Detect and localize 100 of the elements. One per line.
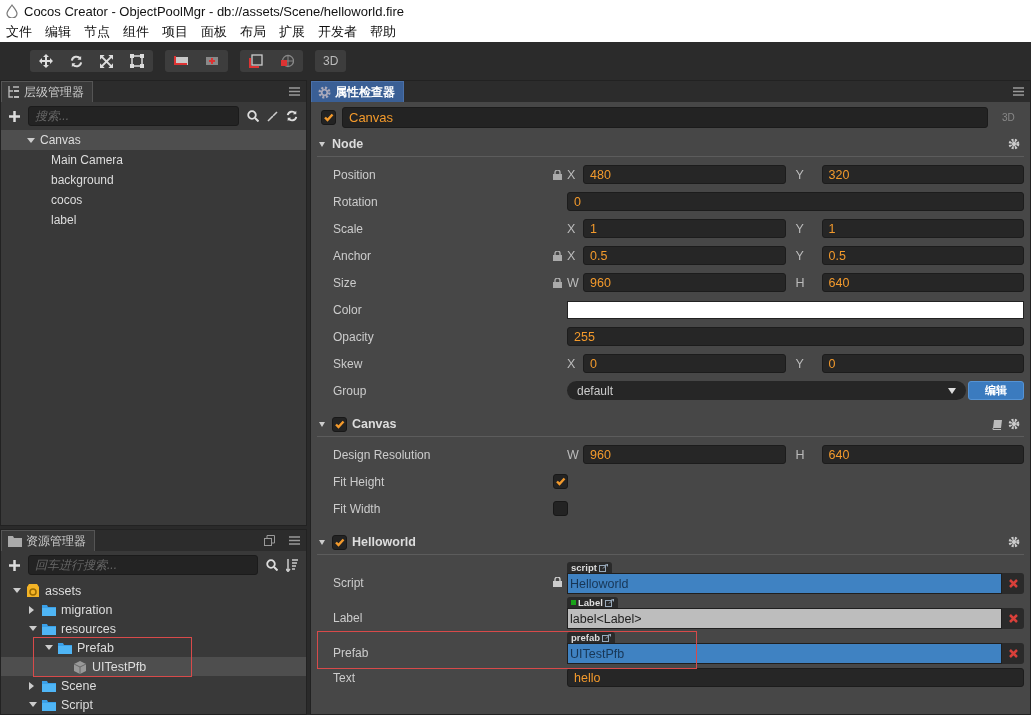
menu-item[interactable]: 布局 [240, 23, 266, 41]
expand-arrow-icon[interactable] [29, 605, 34, 614]
asset-field[interactable]: label<Label> [567, 608, 1002, 629]
number-field[interactable]: 960 [583, 445, 786, 464]
expand-arrow-icon[interactable] [319, 539, 325, 545]
sort-icon[interactable] [286, 558, 298, 572]
assets-tab[interactable]: 资源管理器 [1, 530, 95, 551]
tree-item[interactable]: background [1, 170, 306, 190]
number-field[interactable]: 640 [821, 445, 1024, 464]
tree-item[interactable]: resources [1, 619, 306, 638]
number-field[interactable]: 640 [821, 273, 1024, 292]
number-field[interactable]: 0 [583, 354, 786, 373]
checkbox[interactable] [332, 416, 347, 432]
tree-item[interactable]: migration [1, 600, 306, 619]
asset-type-tag[interactable]: Label [567, 597, 618, 608]
menu-item[interactable]: 编辑 [45, 23, 71, 41]
number-field[interactable]: 0 [821, 354, 1024, 373]
checkbox[interactable] [553, 501, 568, 516]
collapse-icon[interactable] [267, 110, 278, 122]
number-field[interactable]: 255 [567, 327, 1024, 346]
remove-button[interactable] [1002, 573, 1024, 594]
search-field[interactable]: 搜索... [28, 106, 239, 126]
tree-item[interactable]: label [1, 210, 306, 230]
tree-item[interactable]: Canvas [1, 130, 306, 150]
refresh-icon[interactable] [286, 110, 298, 122]
menu-icon[interactable] [289, 536, 300, 545]
expand-arrow-icon[interactable] [27, 137, 35, 143]
component-title: Canvas [352, 417, 397, 431]
inspector-tab[interactable]: 属性检查器 [311, 81, 404, 102]
lock-icon[interactable] [553, 250, 562, 261]
globe-icon[interactable] [280, 54, 294, 68]
add-icon[interactable] [9, 559, 20, 571]
color-swatch[interactable] [567, 300, 1024, 319]
settings-icon[interactable] [1008, 536, 1020, 548]
number-field[interactable]: 960 [583, 273, 786, 292]
menu-item[interactable]: 项目 [162, 23, 188, 41]
menu-item[interactable]: 组件 [123, 23, 149, 41]
remove-button[interactable] [1002, 643, 1024, 664]
edit-button[interactable]: 编辑 [968, 381, 1024, 400]
number-field[interactable]: 320 [821, 165, 1024, 184]
number-field[interactable]: 0.5 [583, 246, 786, 265]
menu-item[interactable]: 扩展 [279, 23, 305, 41]
popout-icon[interactable] [264, 535, 275, 546]
search-icon[interactable] [247, 110, 259, 122]
add-icon[interactable] [9, 110, 20, 122]
checkbox[interactable] [332, 534, 347, 550]
tree-item[interactable]: Script [1, 695, 306, 714]
checkbox[interactable] [321, 109, 336, 125]
number-field[interactable]: 1 [583, 219, 786, 238]
asset-type-tag[interactable]: prefab [567, 632, 616, 643]
settings-icon[interactable] [1008, 138, 1020, 150]
checkbox[interactable] [553, 474, 568, 489]
lock-icon[interactable] [553, 277, 562, 288]
move-icon[interactable] [39, 54, 53, 68]
expand-arrow-icon[interactable] [29, 702, 37, 707]
axis-label: H [794, 447, 806, 462]
search-icon[interactable] [266, 559, 278, 571]
remove-button[interactable] [1002, 608, 1024, 629]
number-field[interactable]: hello [567, 668, 1024, 687]
book-icon[interactable] [992, 418, 1003, 430]
3d-mode-button[interactable]: 3D [315, 50, 347, 72]
tree-item[interactable]: Main Camera [1, 150, 306, 170]
rotate-icon[interactable] [70, 54, 83, 68]
tree-item[interactable]: UITestPfb [1, 657, 306, 676]
lock-icon[interactable] [553, 169, 562, 180]
menu-item[interactable]: 面板 [201, 23, 227, 41]
pivot-local-icon[interactable] [174, 56, 188, 66]
lock-icon[interactable] [553, 576, 562, 587]
number-field[interactable]: 1 [821, 219, 1024, 238]
scale-icon[interactable] [100, 54, 113, 68]
tree-item[interactable]: Prefab [1, 638, 306, 657]
node-name-field[interactable]: Canvas [342, 106, 988, 128]
menu-item[interactable]: 节点 [84, 23, 110, 41]
menu-item[interactable]: 开发者 [318, 23, 357, 41]
settings-icon[interactable] [1008, 418, 1020, 430]
number-field[interactable]: 480 [583, 165, 786, 184]
menu-icon[interactable] [1013, 87, 1024, 96]
tree-icon [8, 85, 20, 99]
number-field[interactable]: 0.5 [821, 246, 1024, 265]
expand-arrow-icon[interactable] [29, 681, 34, 690]
asset-type-tag[interactable]: script [567, 562, 612, 573]
rect-tool-icon[interactable] [130, 54, 144, 68]
folder-icon [58, 641, 72, 654]
number-field[interactable]: 0 [567, 192, 1024, 211]
tree-item[interactable]: assets [1, 581, 306, 600]
tree-item[interactable]: cocos [1, 190, 306, 210]
menu-item[interactable]: 文件 [6, 23, 32, 41]
group-dropdown[interactable]: default [567, 381, 966, 400]
menu-item[interactable]: 帮助 [370, 23, 396, 41]
hierarchy-tab[interactable]: 层级管理器 [1, 81, 93, 102]
expand-arrow-icon[interactable] [13, 588, 21, 593]
search-field[interactable]: 回车进行搜索... [28, 555, 258, 575]
expand-arrow-icon[interactable] [319, 141, 325, 147]
pivot-center-icon[interactable] [205, 56, 219, 66]
frame-icon[interactable] [249, 54, 263, 68]
menu-icon[interactable] [289, 87, 300, 96]
tree-item[interactable]: Scene [1, 676, 306, 695]
expand-arrow-icon[interactable] [45, 645, 53, 650]
expand-arrow-icon[interactable] [319, 421, 325, 427]
expand-arrow-icon[interactable] [29, 626, 37, 631]
